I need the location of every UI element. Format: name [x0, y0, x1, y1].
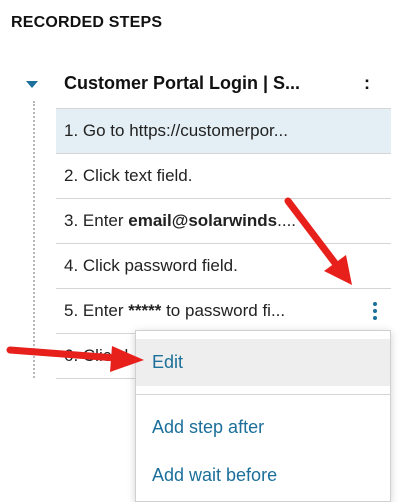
step-row[interactable]: 5. Enter ***** to password fi... — [56, 289, 391, 334]
step-context-menu: Edit Add step after Add wait before — [135, 330, 391, 502]
step-row[interactable]: 1. Go to https://customerpor... — [56, 109, 391, 154]
menu-item-edit[interactable]: Edit — [136, 339, 390, 386]
step-label: 3. Enter email@solarwinds.... — [64, 211, 297, 230]
step-group-header[interactable]: Customer Portal Login | S... : — [64, 73, 374, 94]
group-menu-icon[interactable]: : — [364, 73, 374, 94]
step-label: 2. Click text field. — [64, 166, 193, 185]
annotation-arrow-icon — [6, 346, 144, 372]
annotation-arrow-icon — [284, 197, 352, 285]
collapse-caret-icon[interactable] — [26, 81, 38, 88]
step-label: 1. Go to https://customerpor... — [64, 121, 288, 140]
step-options-icon[interactable] — [369, 302, 383, 320]
step-group-title: Customer Portal Login | S... — [64, 73, 301, 93]
menu-item-add-step-after[interactable]: Add step after — [136, 404, 390, 451]
step-label: 5. Enter ***** to password fi... — [64, 301, 286, 320]
panel-title: RECORDED STEPS — [11, 14, 163, 31]
step-row[interactable]: 2. Click text field. — [56, 154, 391, 199]
menu-item-add-wait-before[interactable]: Add wait before — [136, 452, 390, 499]
menu-divider — [136, 394, 390, 395]
step-label: 4. Click password field. — [64, 256, 238, 275]
